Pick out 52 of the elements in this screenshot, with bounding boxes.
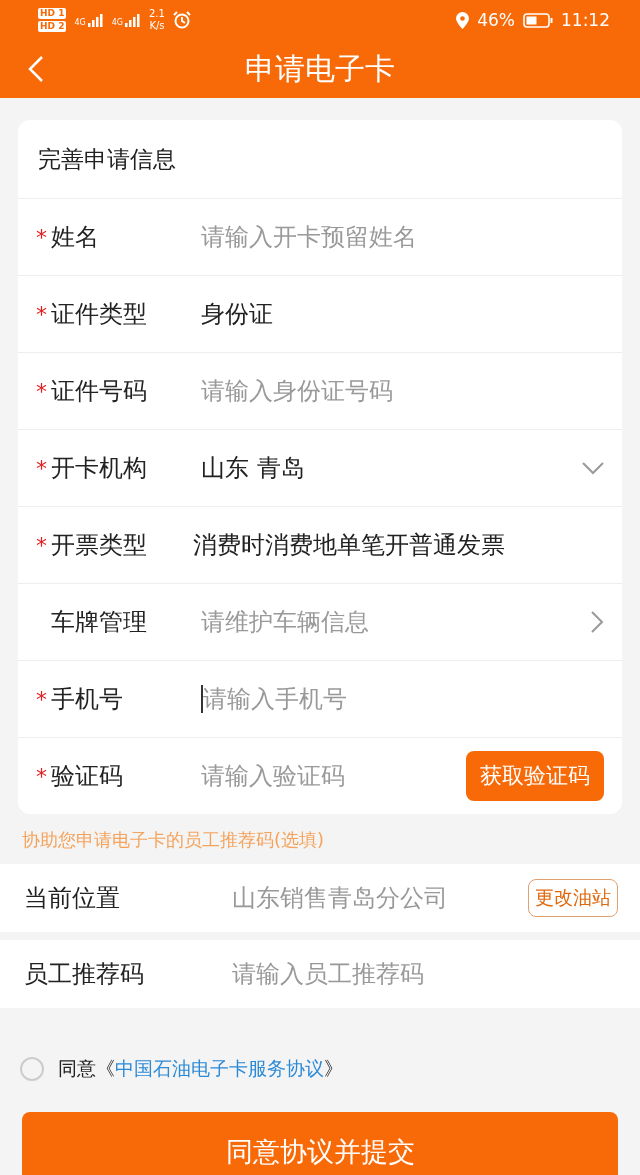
page-title: 申请电子卡 xyxy=(245,49,395,88)
required-mark: * xyxy=(36,686,48,712)
network-label: 4G xyxy=(74,18,86,27)
field-value: 消费时消费地单笔开普通发票 xyxy=(193,530,506,561)
speed-value: 2.1 xyxy=(149,8,165,20)
required-mark: * xyxy=(36,378,48,404)
location-icon xyxy=(456,11,470,29)
field-label: 证件类型 xyxy=(51,299,148,330)
field-label: 开卡机构 xyxy=(51,453,148,484)
clock-time: 11:12 xyxy=(561,10,610,30)
battery-percent: 46% xyxy=(477,10,515,30)
field-label: 姓名 xyxy=(51,222,100,253)
field-hint[interactable]: 请维护车辆信息 xyxy=(201,606,590,638)
signal-icon xyxy=(125,13,141,27)
field-value: 山东销售青岛分公司 xyxy=(232,883,449,914)
sim-label: HD 1 xyxy=(38,8,67,19)
field-label: 员工推荐码 xyxy=(24,959,145,990)
chevron-down-icon[interactable] xyxy=(582,461,604,475)
signal-icon xyxy=(87,13,104,27)
get-code-button[interactable]: 获取验证码 xyxy=(466,751,604,801)
required-mark: * xyxy=(36,455,48,481)
field-label: 验证码 xyxy=(51,761,124,792)
field-label: 证件号码 xyxy=(51,376,148,407)
chevron-right-icon[interactable] xyxy=(590,611,604,633)
required-mark: * xyxy=(36,763,48,789)
field-label: 手机号 xyxy=(51,684,124,715)
text-field[interactable]: 请输入开卡预留姓名 xyxy=(201,223,604,251)
network-label: 4G xyxy=(111,18,123,27)
hint-text: 协助您申请电子卡的员工推荐码(选填) xyxy=(21,828,326,852)
text-field[interactable]: 请输入身份证号码 xyxy=(201,377,604,405)
agreement-text: 同意《中国石油电子卡服务协议》 xyxy=(58,1056,343,1081)
agree-radio[interactable] xyxy=(20,1057,44,1081)
speed-unit: K/s xyxy=(149,20,165,32)
change-station-button[interactable]: 更改油站 xyxy=(528,879,618,917)
code-field[interactable]: 请输入验证码 xyxy=(201,762,466,790)
submit-button[interactable]: 同意协议并提交 xyxy=(22,1112,618,1175)
required-mark: * xyxy=(36,224,48,250)
sim-label: HD 2 xyxy=(38,21,67,32)
field-label: 当前位置 xyxy=(24,883,121,914)
field-label: 车牌管理 xyxy=(51,607,148,638)
agreement-link[interactable]: 中国石油电子卡服务协议 xyxy=(115,1057,324,1079)
field-value[interactable]: 山东 青岛 xyxy=(201,452,582,484)
required-mark: * xyxy=(36,532,48,558)
required-mark: * xyxy=(36,301,48,327)
battery-icon xyxy=(523,12,553,28)
alarm-icon xyxy=(172,11,191,29)
field-label: 开票类型 xyxy=(51,530,148,561)
form-title: 完善申请信息 xyxy=(37,144,177,174)
text-field[interactable]: 请输入手机号 xyxy=(201,685,604,713)
back-icon[interactable] xyxy=(28,56,44,82)
referral-field[interactable]: 请输入员工推荐码 xyxy=(232,960,618,988)
field-value: 身份证 xyxy=(201,299,274,330)
